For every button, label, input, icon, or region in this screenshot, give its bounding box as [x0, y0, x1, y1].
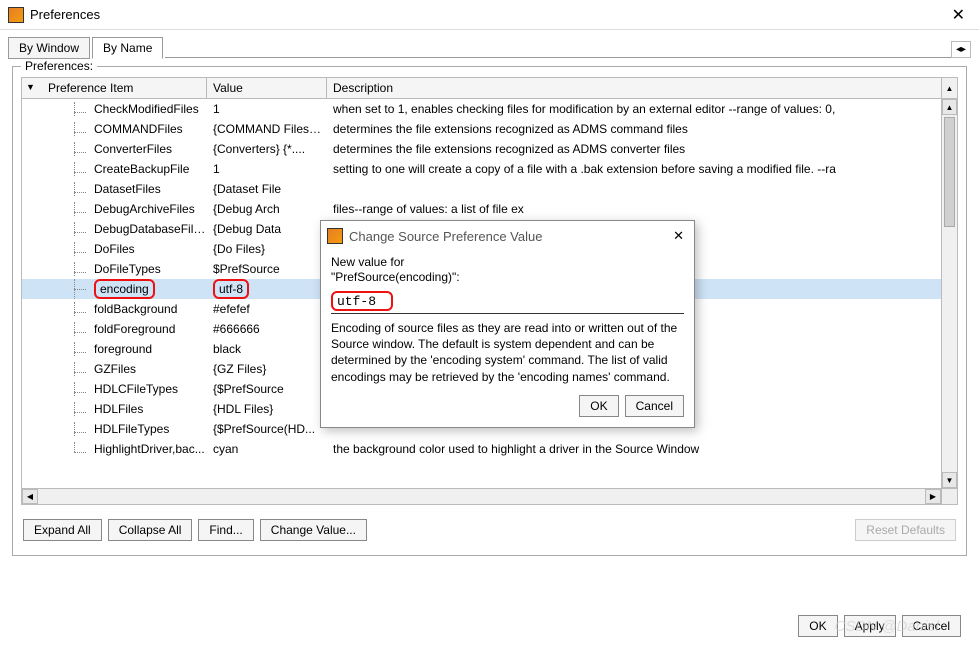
pref-value: utf-8 [207, 279, 327, 299]
overlay-prompt: New value for "PrefSource(encoding)": [331, 255, 684, 285]
column-pref-label: Preference Item [48, 81, 133, 95]
tab-by-window[interactable]: By Window [8, 37, 90, 59]
pref-value: {Debug Data [207, 222, 327, 236]
overlay-title: Change Source Preference Value [349, 229, 542, 244]
overlay-app-icon [327, 228, 343, 244]
tabs-row: By Window By Name ◂▸ [0, 30, 979, 58]
pref-desc: files--range of values: a list of file e… [327, 202, 957, 216]
scroll-thumb[interactable] [944, 117, 955, 227]
find-button[interactable]: Find... [198, 519, 253, 541]
table-row[interactable]: CreateBackupFile1setting to one will cre… [22, 159, 957, 179]
close-icon[interactable]: ✕ [946, 5, 971, 25]
change-value-button[interactable]: Change Value... [260, 519, 367, 541]
pref-desc: determines the file extensions recognize… [327, 122, 957, 136]
window-title: Preferences [30, 7, 100, 22]
horizontal-scrollbar[interactable]: ◀ ▶ [22, 488, 941, 504]
pref-desc: setting to one will create a copy of a f… [327, 162, 957, 176]
table-row[interactable]: DatasetFiles{Dataset File [22, 179, 957, 199]
table-row[interactable]: COMMANDFiles{COMMAND Files…determines th… [22, 119, 957, 139]
pref-value: {Converters} {*.... [207, 142, 327, 156]
overlay-ok-button[interactable]: OK [579, 395, 618, 417]
overlay-title-bar: Change Source Preference Value ✕ [321, 221, 694, 251]
pref-value: {COMMAND Files… [207, 122, 327, 136]
vertical-scrollbar[interactable]: ▲ ▼ [941, 99, 957, 488]
pref-value: #efefef [207, 302, 327, 316]
change-value-dialog: Change Source Preference Value ✕ New val… [320, 220, 695, 428]
tab-scroll-arrows[interactable]: ◂▸ [951, 41, 971, 58]
tree-header: ▼ Preference Item Value Description ▲ [22, 78, 957, 99]
app-icon [8, 7, 24, 23]
overlay-cancel-button[interactable]: Cancel [625, 395, 684, 417]
tab-by-name[interactable]: By Name [92, 37, 163, 59]
collapse-all-button[interactable]: Collapse All [108, 519, 193, 541]
table-row[interactable]: ConverterFiles{Converters} {*....determi… [22, 139, 957, 159]
scroll-right-arrow-icon[interactable]: ▶ [925, 489, 941, 504]
scroll-left-arrow-icon[interactable]: ◀ [22, 489, 38, 504]
pref-desc: determines the file extensions recognize… [327, 142, 957, 156]
pref-value: {Dataset File [207, 182, 327, 196]
scroll-down-arrow-icon[interactable]: ▼ [942, 472, 957, 488]
column-preference-item[interactable]: ▼ Preference Item [22, 78, 207, 98]
pref-desc: when set to 1, enables checking files fo… [327, 102, 957, 116]
overlay-close-icon[interactable]: ✕ [669, 228, 688, 244]
overlay-description: Encoding of source files as they are rea… [331, 320, 684, 385]
sort-triangle-icon[interactable]: ▼ [26, 82, 35, 92]
column-description[interactable]: Description [327, 78, 941, 98]
pref-value: {GZ Files} [207, 362, 327, 376]
ok-button[interactable]: OK [798, 615, 837, 637]
apply-button[interactable]: Apply [844, 615, 896, 637]
table-row[interactable]: CheckModifiedFiles1when set to 1, enable… [22, 99, 957, 119]
cancel-button[interactable]: Cancel [902, 615, 961, 637]
pref-value: black [207, 342, 327, 356]
pref-value: {$PrefSource [207, 382, 327, 396]
pref-desc: the background color used to highlight a… [327, 442, 957, 456]
pref-value: {$PrefSource(HD... [207, 422, 327, 436]
reset-defaults-button[interactable]: Reset Defaults [855, 519, 956, 541]
table-row[interactable]: HighlightDriver,bac...cyanthe background… [22, 439, 957, 459]
pref-value: cyan [207, 442, 327, 456]
pref-value: {Do Files} [207, 242, 327, 256]
pref-value: {Debug Arch [207, 202, 327, 216]
dialog-footer: OK Apply Cancel [798, 615, 961, 637]
preferences-label: Preferences: [21, 59, 97, 73]
overlay-input[interactable] [337, 294, 387, 309]
pref-value: 1 [207, 102, 327, 116]
scroll-corner [941, 488, 957, 504]
pref-value: {HDL Files} [207, 402, 327, 416]
title-bar: Preferences ✕ [0, 0, 979, 30]
pref-value: 1 [207, 162, 327, 176]
scroll-up-arrow-icon[interactable]: ▲ [942, 99, 957, 115]
frame-button-row: Expand All Collapse All Find... Change V… [13, 513, 966, 547]
expand-all-button[interactable]: Expand All [23, 519, 102, 541]
table-row[interactable]: DebugArchiveFiles{Debug Archfiles--range… [22, 199, 957, 219]
column-value[interactable]: Value [207, 78, 327, 98]
pref-value: $PrefSource [207, 262, 327, 276]
pref-value: #666666 [207, 322, 327, 336]
scroll-up-icon[interactable]: ▲ [941, 78, 957, 98]
